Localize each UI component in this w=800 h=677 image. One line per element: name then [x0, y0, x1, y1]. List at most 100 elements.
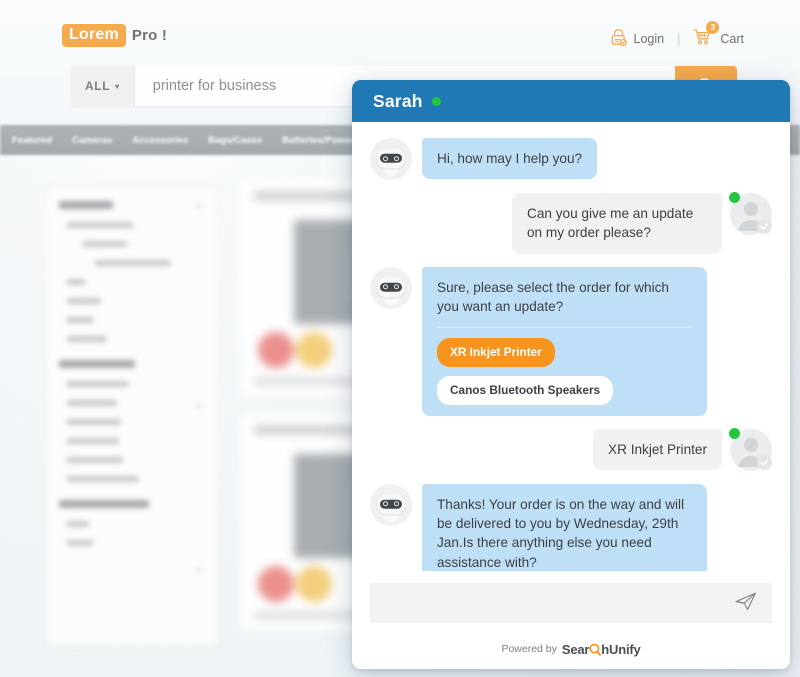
header-actions: Login | 3 Cart [610, 21, 744, 49]
chat-header: Sarah [352, 80, 790, 122]
filter-collapse-icon[interactable] [196, 405, 203, 407]
divider [437, 327, 692, 329]
bot-avatar-icon [370, 138, 412, 180]
nav-item-batteries-power[interactable]: Batteries/Power [282, 135, 354, 146]
login-label: Login [633, 31, 665, 46]
site-logo[interactable]: Lorem Pro ! [62, 24, 167, 47]
product-swatch[interactable] [296, 332, 332, 368]
message-text: XR Inkjet Printer [608, 441, 707, 457]
bot-avatar-icon [370, 266, 412, 309]
verified-check-icon [757, 454, 772, 470]
powered-by-label: Powered by [501, 643, 557, 655]
message-bubble: Hi, how may I help you? [422, 138, 598, 180]
quick-reply-canos-bluetooth-speakers[interactable]: Canos Bluetooth Speakers [437, 375, 614, 405]
filter-group [59, 360, 205, 482]
online-status-icon [729, 192, 740, 203]
bot-avatar-eye [383, 284, 388, 290]
searchunify-logo: Sear hUnify [562, 642, 641, 657]
filter-group [59, 500, 205, 571]
bot-avatar-face [377, 148, 405, 169]
filter-option[interactable] [67, 298, 101, 304]
online-status-icon [729, 427, 740, 439]
user-avatar-icon [729, 427, 772, 471]
online-status-icon [431, 96, 441, 106]
filter-group [59, 201, 205, 342]
bot-avatar-eye [383, 155, 388, 161]
filter-option[interactable] [95, 260, 171, 266]
user-avatar-icon [729, 192, 772, 235]
filter-group-title [59, 360, 135, 368]
filter-option[interactable] [67, 521, 89, 527]
product-swatch[interactable] [258, 332, 294, 368]
chat-message-bot: Hi, how may I help you? [370, 138, 772, 180]
filter-option[interactable] [83, 241, 127, 247]
search-scope-label: ALL [85, 79, 111, 93]
product-title [254, 192, 358, 200]
filter-option[interactable] [67, 381, 129, 387]
filter-option[interactable] [67, 336, 107, 342]
bot-avatar-visor [380, 153, 402, 163]
logo-brand-text: Lorem [62, 24, 126, 47]
chat-message-user: Can you give me an update on my order pl… [370, 192, 772, 254]
filter-collapse-icon[interactable] [196, 569, 203, 571]
chat-message-user: XR Inkjet Printer [370, 427, 772, 471]
message-bubble: Thanks! Your order is on the way and wil… [422, 483, 707, 571]
brand-text-part1: Sear [561, 641, 590, 657]
header-separator: | [677, 31, 681, 46]
bot-avatar-visor [380, 499, 402, 509]
filter-option[interactable] [67, 419, 121, 425]
nav-item-accessories[interactable]: Accessories [132, 135, 188, 146]
filter-option[interactable] [67, 438, 119, 444]
filter-option[interactable] [67, 540, 93, 546]
filter-option[interactable] [67, 317, 93, 323]
chat-footer: Powered by Sear hUnify [352, 629, 790, 669]
message-input[interactable] [370, 583, 772, 623]
bot-avatar-face [377, 276, 405, 297]
message-text: Can you give me an update on my order pl… [527, 206, 694, 241]
cart-label: Cart [720, 31, 744, 46]
search-scope-dropdown[interactable]: ALL ▾ [71, 66, 135, 106]
filter-option[interactable] [67, 222, 133, 228]
filter-collapse-icon[interactable] [196, 205, 203, 207]
chat-composer [352, 571, 790, 629]
lock-icon [610, 28, 627, 49]
logo-suffix-text: Pro ! [131, 27, 168, 44]
cart-button[interactable]: 3 Cart [693, 21, 744, 49]
filter-option[interactable] [67, 457, 123, 463]
quick-reply-xr-inkjet-printer[interactable]: XR Inkjet Printer [437, 338, 555, 367]
bot-avatar-icon [370, 483, 412, 526]
verified-check-icon [757, 219, 772, 234]
message-text: Sure, please select the order for which … [437, 279, 669, 314]
filter-option[interactable] [67, 400, 117, 406]
filter-sidebar [46, 186, 218, 646]
chat-widget: Sarah Hi, how may I help you? Can you gi… [352, 80, 790, 669]
login-button[interactable]: Login [610, 28, 665, 49]
filter-group-title [59, 201, 113, 209]
product-swatch[interactable] [296, 566, 332, 602]
brand-text-part2: hUnify [601, 641, 641, 657]
filter-option[interactable] [67, 279, 85, 285]
page-root: Lorem Pro ! Login | 3 Cart ALL ▾ printer… [0, 0, 800, 677]
quick-reply-options: XR Inkjet Printer Canos Bluetooth Speake… [437, 338, 692, 405]
bot-avatar-visor [380, 282, 402, 292]
product-title [254, 426, 358, 434]
chat-agent-name: Sarah [373, 90, 423, 111]
filter-option[interactable] [67, 476, 139, 482]
chat-message-list: Hi, how may I help you? Can you give me … [352, 122, 790, 571]
message-text: Thanks! Your order is on the way and wil… [437, 496, 685, 570]
nav-item-featured[interactable]: Featured [12, 135, 52, 146]
bot-avatar-eye [394, 155, 399, 161]
bot-avatar-eye [383, 501, 388, 507]
filter-group-title [59, 500, 149, 508]
nav-item-cameras[interactable]: Cameras [72, 135, 112, 146]
send-button[interactable] [734, 590, 758, 617]
message-text: Hi, how may I help you? [437, 151, 583, 166]
nav-item-bags-cases[interactable]: Bags/Cases [208, 135, 262, 146]
magnifier-c-icon [589, 643, 602, 656]
search-input-value: printer for business [152, 78, 277, 94]
cart-count-badge: 3 [706, 21, 720, 34]
bot-avatar-eye [394, 284, 399, 290]
bot-avatar-face [377, 493, 405, 514]
bot-avatar-eye [394, 501, 399, 507]
product-swatch[interactable] [258, 566, 294, 602]
